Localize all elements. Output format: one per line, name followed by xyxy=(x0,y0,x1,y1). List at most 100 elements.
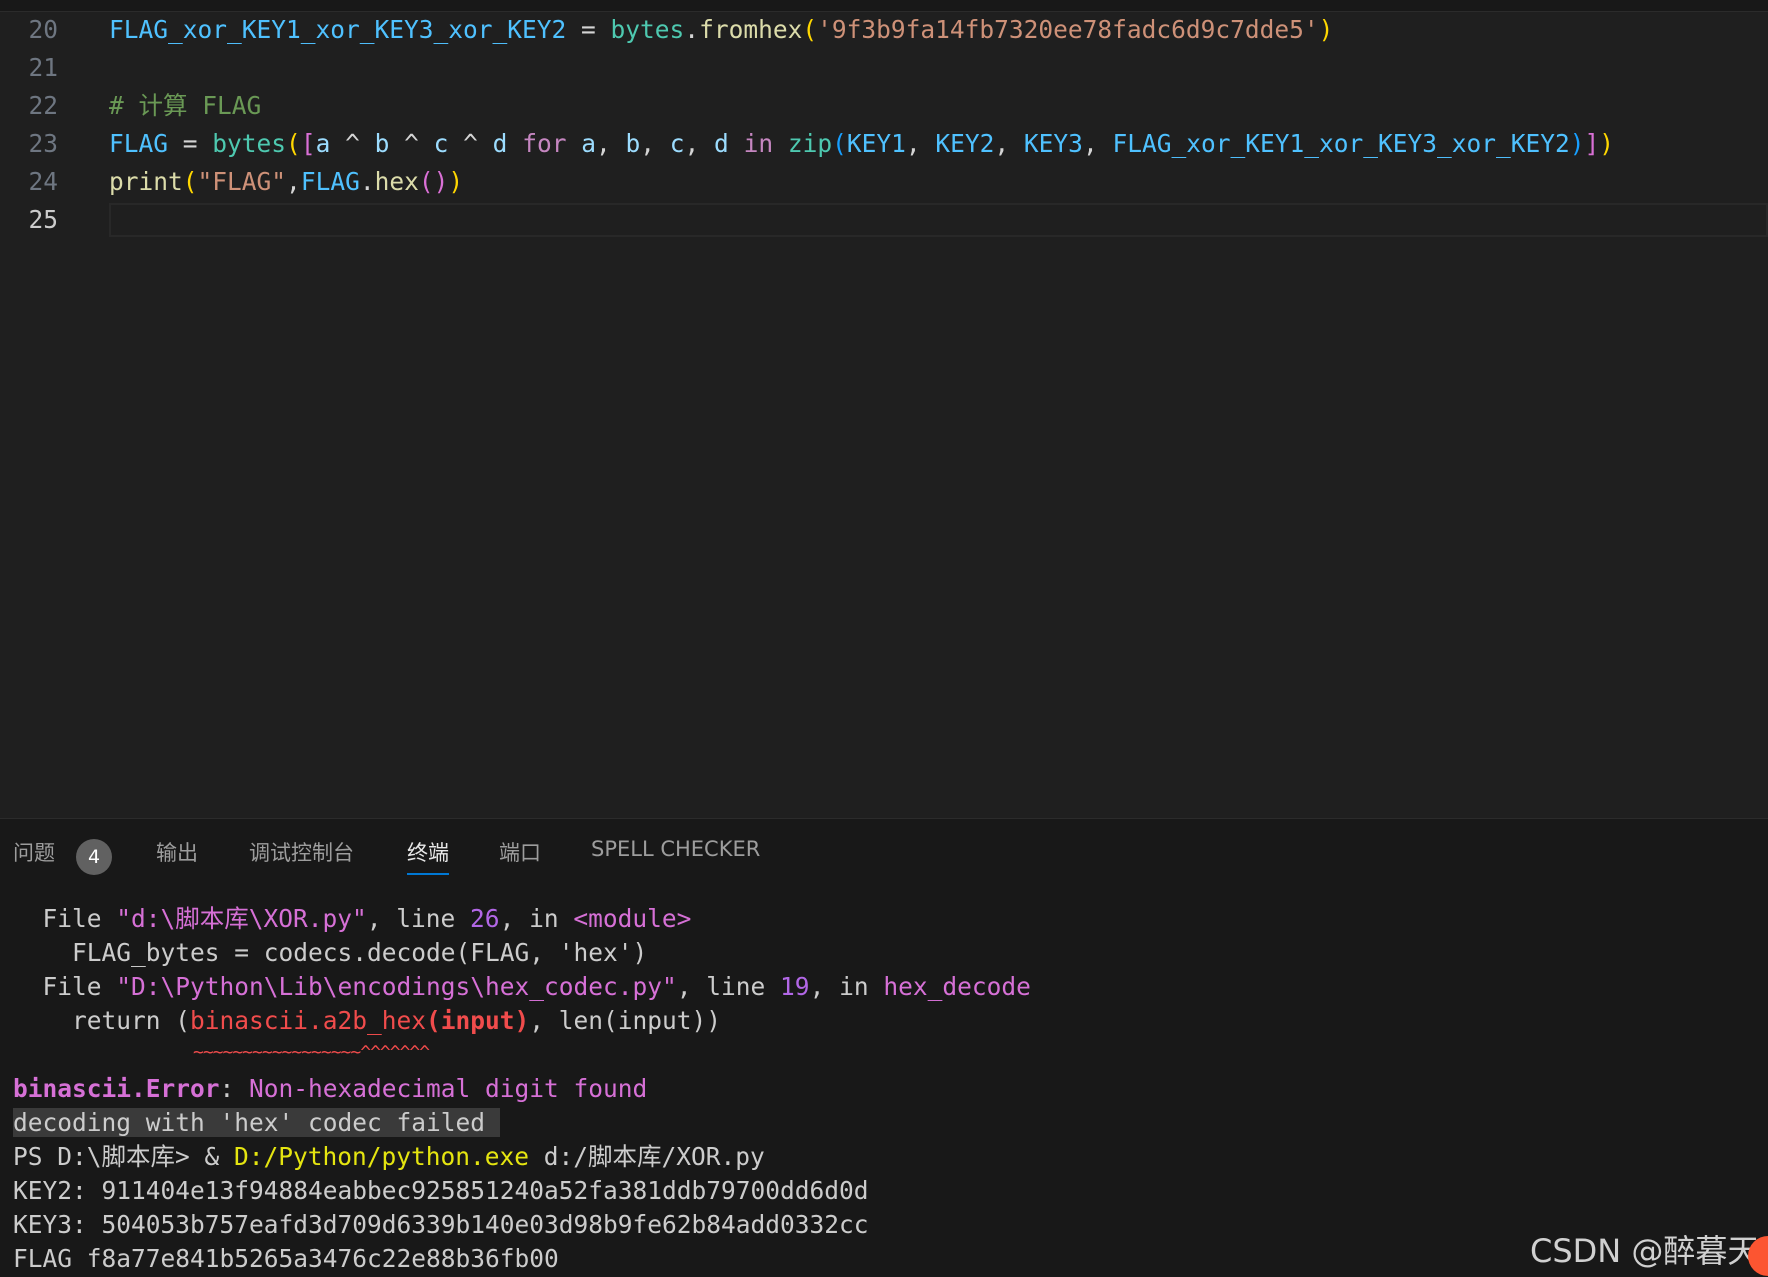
terminal-text: , in xyxy=(809,972,884,1001)
code-token: [ xyxy=(300,129,316,158)
tab-terminal[interactable]: 终端 xyxy=(407,837,449,875)
code-token: = xyxy=(168,129,213,158)
terminal-text: PS D:\脚本库> & xyxy=(13,1142,235,1171)
line-number: 24 xyxy=(28,167,58,196)
terminal-text: File xyxy=(13,904,117,933)
tab-debug-console[interactable]: 调试控制台 xyxy=(249,837,354,867)
terminal-line: decoding with 'hex' codec failed xyxy=(13,1106,500,1140)
terminal-text: Non-hexadecimal digit found xyxy=(249,1074,648,1103)
code-token: KEY3 xyxy=(1023,129,1083,158)
code-token: FLAG xyxy=(109,129,169,158)
code-line[interactable]: 21 xyxy=(0,49,1768,87)
code-text: print("FLAG",FLAG.hex()) xyxy=(109,163,463,201)
terminal-line: return (binascii.a2b_hex(input), len(inp… xyxy=(13,1004,721,1038)
terminal-text: "d:\脚本库\XOR.py" xyxy=(116,904,367,933)
line-number: 23 xyxy=(28,129,58,158)
code-token: ) xyxy=(448,167,464,196)
terminal-text: hex_decode xyxy=(883,972,1031,1001)
code-line[interactable]: 22 # 计算 FLAG xyxy=(0,87,1768,125)
code-token: d xyxy=(492,129,508,158)
code-token: ( xyxy=(286,129,301,158)
watermark: CSDN @醉暮天 xyxy=(1530,1232,1760,1270)
terminal-line: KEY3: 504053b757eafd3d709d6339b140e03d98… xyxy=(13,1208,869,1242)
line-number: 21 xyxy=(28,53,58,82)
tab-output[interactable]: 输出 xyxy=(156,837,198,867)
code-token: c xyxy=(433,129,449,158)
terminal-text: File xyxy=(13,972,117,1001)
code-token: ^ xyxy=(330,129,375,158)
code-token: "FLAG" xyxy=(197,167,287,196)
terminal-text: : xyxy=(219,1074,250,1103)
code-token: ) xyxy=(1318,15,1334,44)
terminal-text: KEY3: 504053b757eafd3d709d6339b140e03d98… xyxy=(13,1210,869,1239)
code-line[interactable]: 25 xyxy=(0,201,1768,239)
code-token: d xyxy=(714,129,729,158)
error-squiggle: ~~~~~~~~~~~~~~~~~^^^^^^^ xyxy=(193,1042,430,1063)
code-line[interactable]: 20 FLAG_xor_KEY1_xor_KEY3_xor_KEY2 = byte… xyxy=(0,11,1768,49)
code-token: b xyxy=(374,129,390,158)
terminal-line: PS D:\脚本库> & D:/Python/python.exe d:/脚本库… xyxy=(13,1140,765,1174)
code-editor[interactable]: 20 FLAG_xor_KEY1_xor_KEY3_xor_KEY2 = byte… xyxy=(0,0,1768,818)
code-token: , xyxy=(286,167,301,196)
problems-count-badge: 4 xyxy=(76,839,112,875)
terminal-text: , line xyxy=(676,972,781,1001)
terminal-line: File "D:\Python\Lib\encodings\hex_codec.… xyxy=(13,970,1031,1004)
code-token: b xyxy=(625,129,641,158)
code-token: a xyxy=(581,129,596,158)
terminal-text: , len(input)) xyxy=(529,1006,722,1035)
code-token: hex xyxy=(374,167,419,196)
tab-spell-checker[interactable]: SPELL CHECKER xyxy=(591,837,760,861)
terminal-text: "D:\Python\Lib\encodings\hex_codec.py" xyxy=(116,972,677,1001)
terminal-line: File "d:\脚本库\XOR.py", line 26, in <modul… xyxy=(13,902,692,936)
terminal-text: FLAG_bytes = codecs.decode(FLAG, 'hex') xyxy=(13,938,648,967)
code-token: print xyxy=(109,167,183,196)
tab-ports[interactable]: 端口 xyxy=(499,837,541,867)
code-token: KEY1 xyxy=(846,129,906,158)
code-token: , xyxy=(595,129,626,158)
terminal-line: FLAG_bytes = codecs.decode(FLAG, 'hex') xyxy=(13,936,647,970)
code-text: # 计算 FLAG xyxy=(109,87,261,125)
terminal-line: binascii.Error: Non-hexadecimal digit fo… xyxy=(13,1072,647,1106)
code-token: ) xyxy=(433,167,449,196)
code-token: # 计算 FLAG xyxy=(109,91,262,120)
code-token: for xyxy=(507,129,582,158)
code-token: ( xyxy=(802,15,818,44)
terminal-line: FLAG f8a77e841b5265a3476c22e88b36fb00 xyxy=(13,1242,559,1276)
code-token: ^ xyxy=(448,129,493,158)
code-token: fromhex xyxy=(699,15,803,44)
code-line[interactable]: 24 print("FLAG",FLAG.hex()) xyxy=(0,163,1768,201)
terminal-text: KEY2: 911404e13f94884eabbec925851240a52f… xyxy=(13,1176,869,1205)
code-token: , xyxy=(684,129,715,158)
code-token: ^ xyxy=(389,129,434,158)
tab-problems[interactable]: 问题 xyxy=(13,837,55,867)
code-token: ( xyxy=(418,167,434,196)
terminal-text: D:/Python/python.exe xyxy=(234,1142,530,1171)
code-token: ( xyxy=(182,167,198,196)
code-token: FLAG_xor_KEY1_xor_KEY3_xor_KEY2 xyxy=(1112,129,1570,158)
code-token: zip xyxy=(787,129,833,158)
code-token: , xyxy=(640,129,670,158)
code-token: ( xyxy=(832,129,847,158)
line-number: 25 xyxy=(28,205,58,234)
code-token: FLAG xyxy=(300,167,360,196)
code-text: FLAG = bytes([a ^ b ^ c ^ d for a, b, c,… xyxy=(109,125,1614,163)
code-token: ) xyxy=(1569,129,1585,158)
code-text: FLAG_xor_KEY1_xor_KEY3_xor_KEY2 = bytes.… xyxy=(109,11,1333,49)
code-token: c xyxy=(669,129,685,158)
code-token: '9f3b9fa14fb7320ee78fadc6d9c7dde5' xyxy=(817,15,1319,44)
code-token: in xyxy=(728,129,788,158)
terminal-text: (input) xyxy=(426,1006,530,1035)
terminal-line: KEY2: 911404e13f94884eabbec925851240a52f… xyxy=(13,1174,869,1208)
terminal-text: d:/脚本库/XOR.py xyxy=(529,1142,765,1171)
panel-tabs: 问题 4 输出 调试控制台 终端 端口 SPELL CHECKER xyxy=(0,819,1768,879)
code-token: bytes xyxy=(212,129,287,158)
terminal-text: binascii.a2b_hex xyxy=(190,1006,427,1035)
line-number: 20 xyxy=(28,15,58,44)
code-token: a xyxy=(315,129,331,158)
code-line[interactable]: 23 FLAG = bytes([a ^ b ^ c ^ d for a, b, … xyxy=(0,125,1768,163)
terminal-text: return ( xyxy=(13,1006,191,1035)
terminal-text: <module> xyxy=(573,904,692,933)
code-token: KEY2 xyxy=(935,129,995,158)
code-token: . xyxy=(684,15,700,44)
terminal-text: , in xyxy=(499,904,574,933)
